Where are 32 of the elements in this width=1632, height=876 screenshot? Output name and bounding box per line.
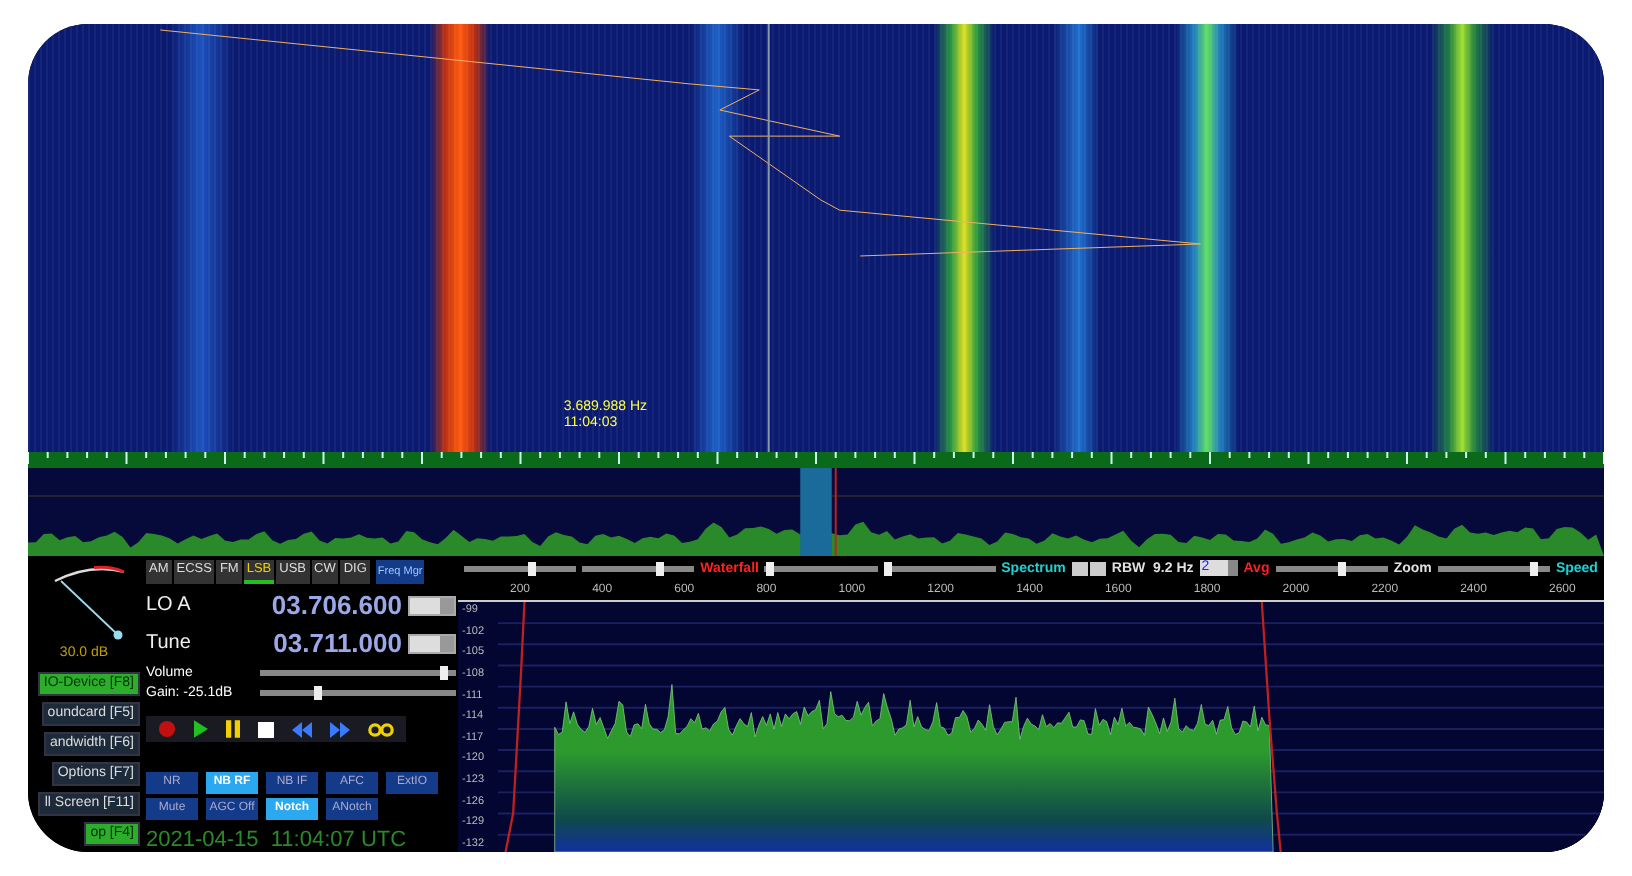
slider-thumb[interactable] [656, 561, 665, 575]
loop-icon[interactable] [368, 721, 394, 737]
passband-marker[interactable] [800, 468, 832, 556]
step-dropdown[interactable] [408, 633, 456, 653]
fast-forward-icon[interactable] [330, 721, 350, 737]
stepper-control[interactable] [1071, 561, 1106, 575]
slider-thumb[interactable] [1338, 561, 1347, 575]
slider-thumb[interactable] [314, 685, 323, 699]
timestamp: 2021-04-15 11:04:07 UTC [146, 828, 409, 852]
tune-label: Tune [146, 632, 193, 654]
play-icon[interactable] [194, 720, 208, 738]
slider-track[interactable] [260, 689, 456, 695]
band-dropdown[interactable] [408, 595, 456, 615]
slider-thumb[interactable] [527, 561, 536, 575]
slider-track[interactable] [764, 565, 878, 571]
slider-track[interactable] [1275, 565, 1388, 571]
slider-thumb[interactable] [440, 665, 449, 679]
slider-thumb[interactable] [884, 561, 893, 575]
lo-label: LO A [146, 594, 193, 616]
stop-icon[interactable] [258, 721, 274, 737]
rewind-icon[interactable] [292, 721, 312, 737]
slider-track[interactable] [260, 669, 456, 675]
slider-track[interactable] [883, 565, 996, 571]
slider-track[interactable] [464, 565, 577, 571]
slider-track[interactable] [1437, 565, 1550, 571]
record-icon[interactable] [158, 720, 176, 738]
lo-frequency[interactable]: 03.706.600 [212, 590, 402, 620]
pause-icon[interactable] [226, 720, 240, 738]
slider-thumb[interactable] [1529, 561, 1538, 575]
slider-track[interactable] [582, 565, 695, 571]
tune-frequency[interactable]: 03.711.000 [212, 628, 402, 658]
slider-thumb[interactable] [766, 561, 775, 575]
